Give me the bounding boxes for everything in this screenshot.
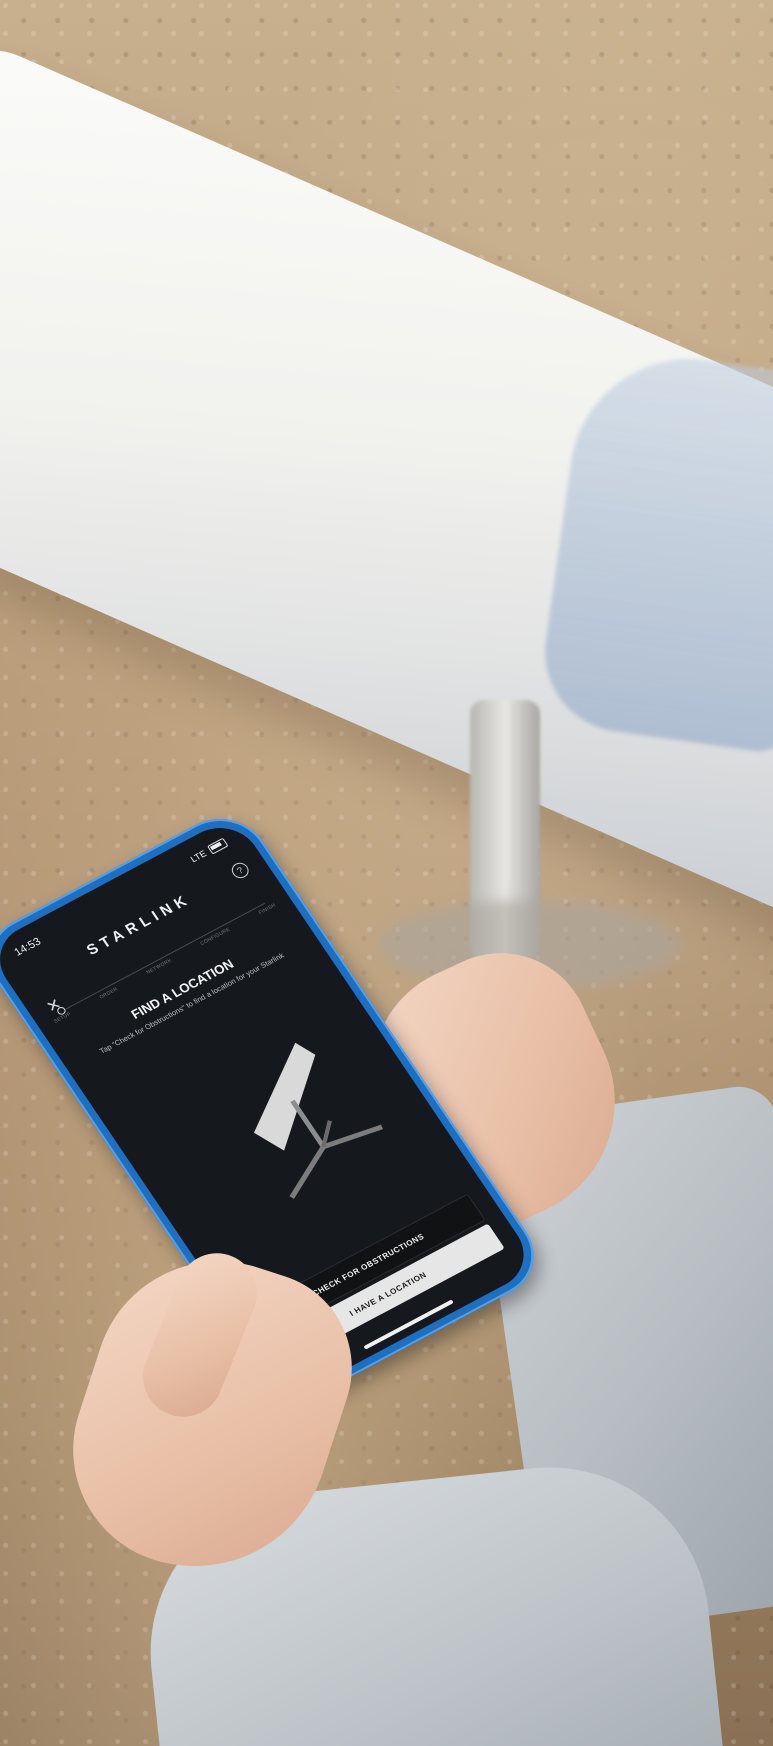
status-time: 14:53 xyxy=(12,935,44,959)
dish-panel-shape xyxy=(253,1042,316,1151)
dish-pole-shape xyxy=(290,1099,326,1148)
dish-leg-2 xyxy=(322,1124,384,1149)
signal-label: LTE xyxy=(188,848,209,865)
page-title: FIND A LOCATION xyxy=(128,956,237,1022)
dish-illustration xyxy=(253,1042,384,1199)
battery-icon xyxy=(207,837,229,855)
photo-scene: 14:53 LTE STARLINK ? ✕ SETUP ORDER NETWO… xyxy=(0,0,773,1746)
dish-leg-1 xyxy=(289,1145,326,1199)
step-network: NETWORK xyxy=(145,957,174,976)
status-indicators: LTE xyxy=(188,837,229,865)
